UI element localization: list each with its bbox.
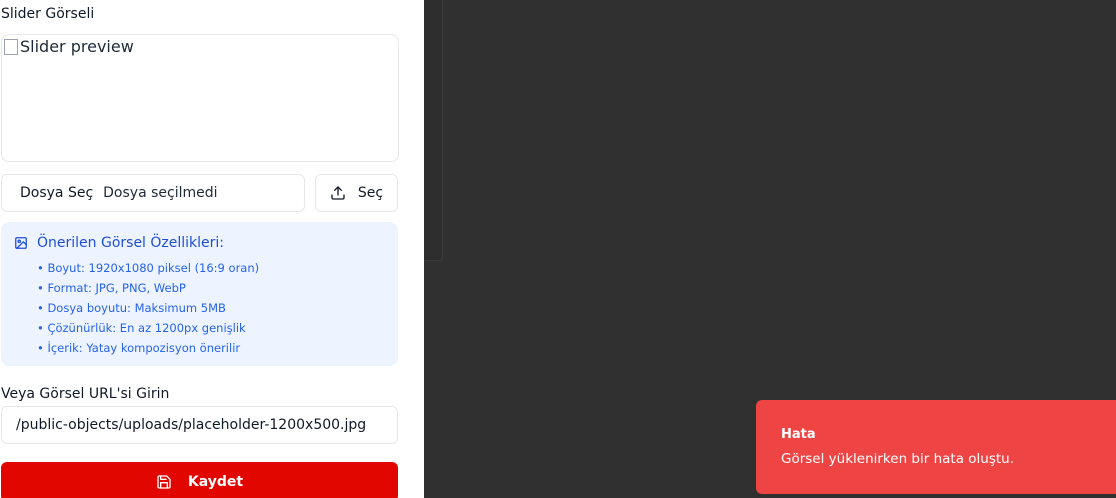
preview-alt-text: Slider preview	[20, 37, 134, 56]
upload-button-label: Seç	[357, 185, 384, 201]
list-item: • Boyut: 1920x1080 piksel (16:9 oran)	[37, 261, 260, 275]
modal-edge	[424, 0, 443, 261]
upload-icon	[331, 186, 345, 200]
image-icon	[15, 237, 27, 249]
list-item: • İçerik: Yatay kompozisyon önerilir	[37, 341, 241, 355]
recommendations-box: Önerilen Görsel Özellikleri: • Boyut: 19…	[1, 222, 398, 366]
file-status: Dosya seçilmedi	[103, 185, 218, 201]
slider-form-panel: Slider Görseli Slider preview Dosya Seç …	[0, 0, 424, 498]
file-choose-button[interactable]: Dosya Seç	[2, 185, 93, 201]
toast-message: Görsel yüklenirken bir hata oluştu.	[781, 451, 1015, 467]
broken-image: Slider preview	[4, 37, 134, 56]
recommendations-list: • Boyut: 1920x1080 piksel (16:9 oran) • …	[37, 258, 259, 358]
error-toast[interactable]: Hata Görsel yüklenirken bir hata oluştu.	[756, 400, 1116, 494]
list-item: • Çözünürlük: En az 1200px genişlik	[37, 321, 246, 335]
save-button[interactable]: Kaydet	[1, 462, 398, 498]
upload-button[interactable]: Seç	[315, 174, 398, 212]
file-input[interactable]: Dosya Seç Dosya seçilmedi	[1, 174, 305, 212]
image-url-input[interactable]	[1, 406, 398, 444]
recommendations-title: Önerilen Görsel Özellikleri:	[37, 235, 225, 251]
list-item: • Format: JPG, PNG, WebP	[37, 281, 186, 295]
save-icon	[157, 475, 171, 489]
save-button-label: Kaydet	[187, 474, 244, 490]
slider-image-label: Slider Görseli	[1, 6, 95, 22]
list-item: • Dosya boyutu: Maksimum 5MB	[37, 301, 226, 315]
toast-title: Hata	[781, 427, 816, 442]
broken-image-icon	[4, 38, 18, 55]
image-preview: Slider preview	[1, 34, 399, 162]
url-label: Veya Görsel URL'si Girin	[1, 386, 170, 402]
